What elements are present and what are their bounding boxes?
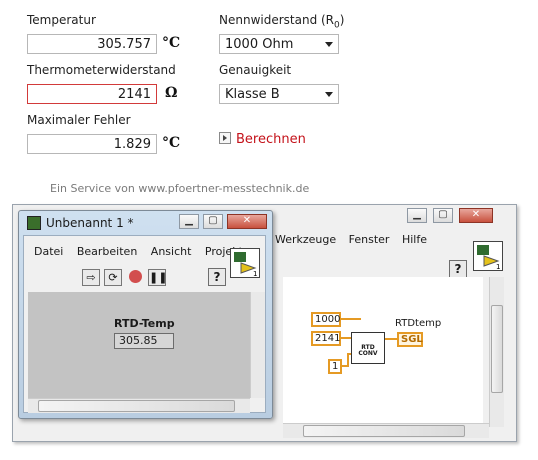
- menu-werkzeuge[interactable]: Werkzeuge: [275, 233, 336, 246]
- indicator-label: RTD-Temp: [114, 317, 175, 330]
- wire: [347, 353, 349, 367]
- nominal-resistance-value: 1000 Ohm: [225, 37, 294, 52]
- calculate-label: Berechnen: [236, 132, 306, 147]
- abort-icon[interactable]: [126, 269, 144, 286]
- rtd-convert-node[interactable]: RTD CONV: [351, 332, 385, 364]
- rtd-temp-indicator: 305.85: [114, 333, 174, 349]
- accuracy-value: Klasse B: [225, 87, 280, 102]
- nominal-label-close: ): [339, 13, 345, 27]
- scroll-thumb[interactable]: [491, 305, 503, 393]
- accuracy-label: Genauigkeit: [219, 63, 292, 77]
- help-button[interactable]: ?: [208, 268, 226, 286]
- run-arrow-icon[interactable]: ⇨: [82, 269, 100, 286]
- constant-2141[interactable]: 2141: [311, 331, 341, 346]
- front-panel-window: Unbenannt 1 * ▁ ▢ ✕ Datei Bearbeiten Ans…: [18, 210, 273, 419]
- front-panel-canvas: RTD-Temp 305.85: [28, 292, 250, 398]
- output-label: RTDtemp: [395, 318, 442, 329]
- constant-1[interactable]: 1: [328, 359, 342, 374]
- front-panel-body: Datei Bearbeiten Ansicht Projekt ⇨ ⟳ ❚❚ …: [23, 235, 266, 413]
- play-icon: [219, 132, 231, 144]
- scroll-thumb[interactable]: [38, 400, 235, 412]
- horizontal-scrollbar[interactable]: [283, 423, 489, 438]
- vi-icon-graphic: 1: [477, 245, 500, 271]
- resistance-label: Thermometerwiderstand: [27, 63, 176, 77]
- temperature-label: Temperatur: [27, 13, 96, 27]
- resistance-field[interactable]: 2141: [27, 84, 157, 104]
- wire: [341, 318, 361, 320]
- chevron-down-icon: [325, 92, 333, 97]
- block-diagram-canvas: 1000 2141 1 RTD CONV RTDtemp SGL: [283, 277, 483, 427]
- front-menu-bar: Datei Bearbeiten Ansicht Projekt: [34, 245, 253, 258]
- horizontal-scrollbar[interactable]: [28, 398, 250, 413]
- credit-text: Ein Service von www.pfoertner-messtechni…: [50, 182, 310, 195]
- svg-text:1: 1: [253, 270, 257, 277]
- temperature-unit: °C: [162, 35, 181, 51]
- menu-datei[interactable]: Datei: [34, 245, 63, 258]
- help-button[interactable]: ?: [449, 260, 467, 278]
- accuracy-select[interactable]: Klasse B: [219, 84, 339, 104]
- calculate-button[interactable]: Berechnen: [219, 132, 306, 147]
- vi-icon: 1: [230, 248, 260, 278]
- chevron-down-icon: [325, 42, 333, 47]
- svg-text:1: 1: [496, 263, 500, 270]
- window-title: Unbenannt 1 *: [46, 216, 134, 230]
- vi-icon-graphic: 1: [234, 252, 257, 278]
- close-button[interactable]: ✕: [227, 214, 267, 229]
- run-continuously-icon[interactable]: ⟳: [104, 269, 122, 286]
- constant-1000[interactable]: 1000: [311, 312, 341, 327]
- maximize-button[interactable]: ▢: [433, 208, 453, 223]
- nominal-resistance-select[interactable]: 1000 Ohm: [219, 34, 339, 54]
- minimize-button[interactable]: ▁: [179, 214, 199, 229]
- maximize-button[interactable]: ▢: [203, 214, 223, 229]
- labview-icon: [27, 216, 41, 230]
- pause-icon[interactable]: ❚❚: [148, 269, 167, 286]
- menu-hilfe[interactable]: Hilfe: [402, 233, 427, 246]
- menu-ansicht[interactable]: Ansicht: [151, 245, 192, 258]
- max-error-field[interactable]: 1.829: [27, 134, 157, 154]
- vertical-scrollbar[interactable]: [489, 277, 504, 427]
- close-button[interactable]: ✕: [459, 208, 493, 223]
- temperature-field[interactable]: 305.757: [27, 34, 157, 54]
- max-error-label: Maximaler Fehler: [27, 113, 131, 127]
- nominal-label-text: Nennwiderstand (R: [219, 13, 335, 27]
- scroll-thumb[interactable]: [303, 425, 465, 437]
- output-indicator[interactable]: SGL: [397, 332, 423, 347]
- vertical-scrollbar[interactable]: [250, 292, 265, 398]
- nominal-resistance-label: Nennwiderstand (R0): [219, 13, 344, 30]
- minimize-button[interactable]: ▁: [407, 208, 427, 223]
- resistance-unit: Ω: [165, 85, 178, 101]
- max-error-unit: °C: [162, 135, 181, 151]
- back-menu-bar: Werkzeuge Fenster Hilfe: [275, 233, 436, 246]
- vi-icon: 1: [473, 241, 503, 271]
- menu-fenster[interactable]: Fenster: [349, 233, 390, 246]
- menu-bearbeiten[interactable]: Bearbeiten: [77, 245, 137, 258]
